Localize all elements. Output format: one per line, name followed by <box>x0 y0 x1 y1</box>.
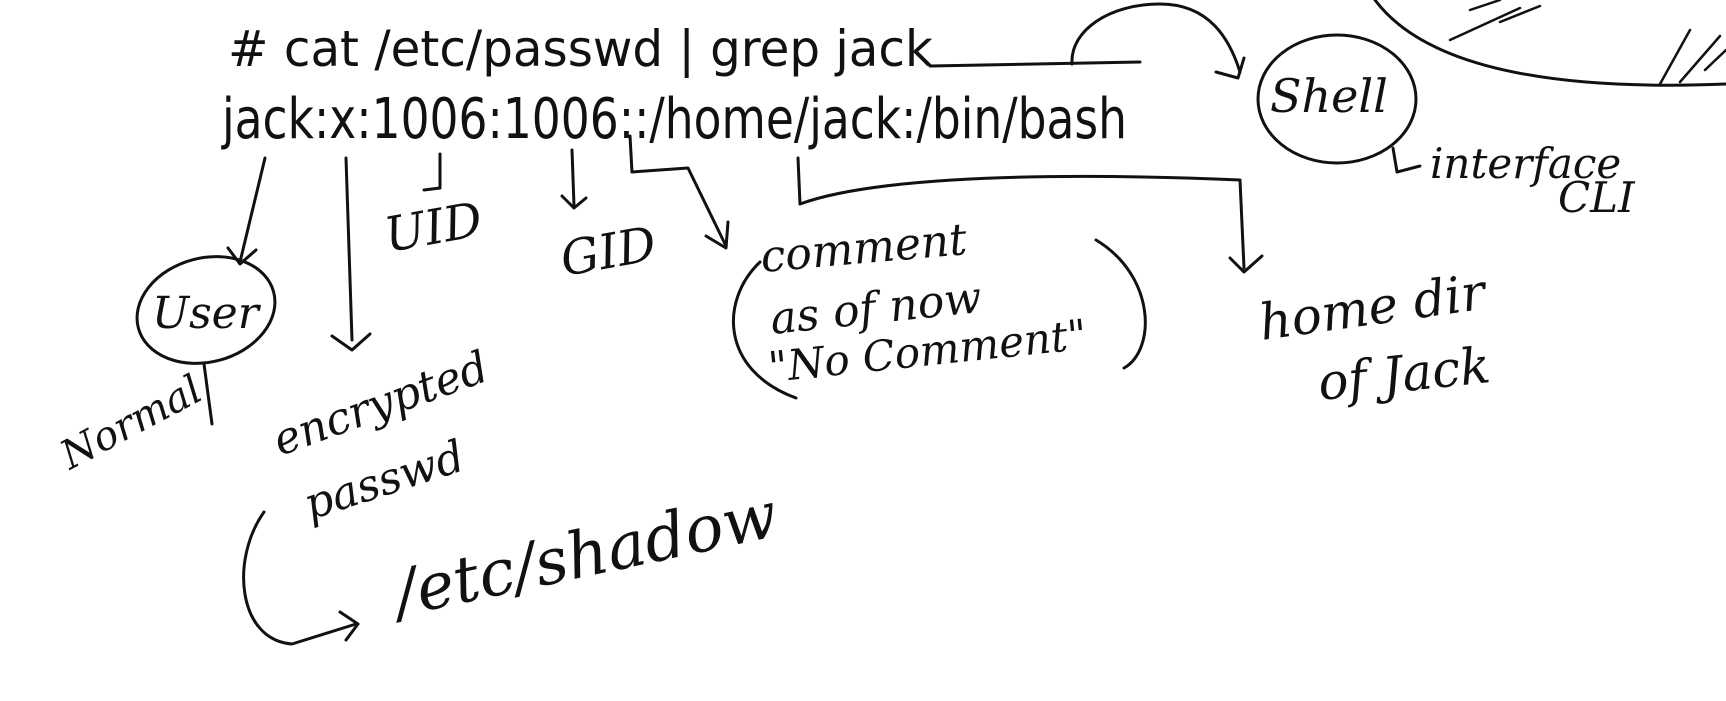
arrow-to-user <box>238 156 267 264</box>
partial-circle-top-right <box>1373 0 1726 87</box>
arrowhead-shell <box>1214 56 1246 80</box>
command-underline <box>928 60 1142 68</box>
passwd-entry: jack:x:1006:1006::/home/jack:/bin/bash <box>220 87 1127 152</box>
comment-line1: comment <box>759 214 970 283</box>
command-line: # cat /etc/passwd | grep jack <box>228 20 933 78</box>
shell-label: Shell <box>1270 69 1388 123</box>
shell-desc-line2: CLI <box>1558 173 1636 222</box>
passwd-diagram: # cat /etc/passwd | grep jack jack:x:100… <box>52 0 1726 646</box>
comment-bracket-right <box>1094 238 1147 370</box>
arrow-to-uid <box>422 152 442 192</box>
uid-label: UID <box>380 192 486 264</box>
user-label: User <box>152 288 262 339</box>
arrowhead-home <box>1228 254 1264 274</box>
arrow-to-gid <box>570 148 576 208</box>
user-type-label: Normal <box>52 366 209 479</box>
home-line2: of Jack <box>1315 336 1493 412</box>
user-to-normal <box>202 362 214 426</box>
arrow-password-to-shadow <box>242 510 358 646</box>
scribble-top-right-1 <box>1448 0 1542 42</box>
gid-label: GID <box>556 216 660 288</box>
scribble-top-right-2 <box>1658 28 1726 86</box>
shadow-file-label: /etc/shadow <box>382 478 784 633</box>
arrow-to-password <box>344 156 354 342</box>
password-line1: encrypted <box>266 341 495 466</box>
arrow-shell-to-interface <box>1391 146 1422 174</box>
